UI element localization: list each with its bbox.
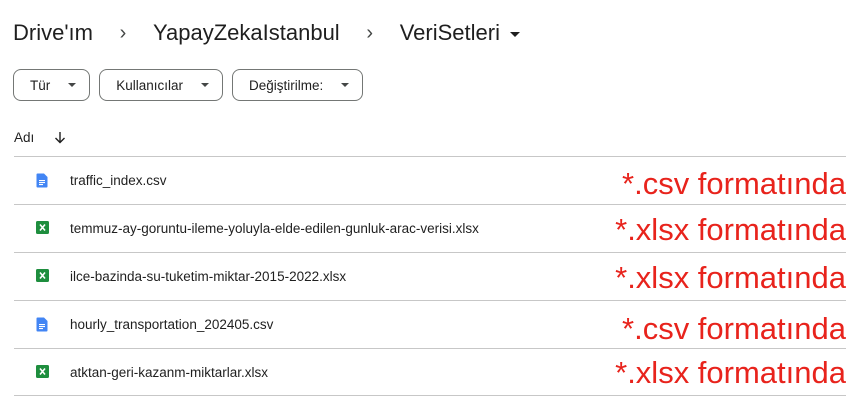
file-row[interactable]: hourly_transportation_202405.csv *.csv f… [14, 300, 846, 348]
file-name[interactable]: temmuz-ay-goruntu-ileme-yoluyla-elde-edi… [70, 221, 479, 236]
filter-type-chip[interactable]: Tür [13, 69, 91, 101]
caret-down-icon [341, 83, 350, 87]
breadcrumb-item-my-drive[interactable]: Drive'ım [13, 20, 93, 46]
filter-modified-chip[interactable]: Değiştirilme: [232, 69, 364, 101]
sheets-file-icon [36, 365, 49, 380]
docs-file-icon [36, 317, 48, 332]
caret-down-icon [68, 83, 77, 87]
name-column-header[interactable]: Adı [14, 130, 34, 145]
filter-type-label: Tür [30, 77, 51, 93]
breadcrumb-item-yapayzekaistanbul[interactable]: YapayZekaIstanbul [153, 20, 340, 46]
sheets-file-icon [36, 269, 49, 284]
arrow-down-icon[interactable] [54, 131, 66, 144]
format-annotation: *.csv formatında [622, 166, 846, 201]
current-folder-label: VeriSetleri [399, 20, 500, 45]
sheets-file-icon [36, 221, 49, 236]
breadcrumb-separator: › [366, 21, 374, 44]
caret-down-icon [509, 31, 520, 37]
file-list: traffic_index.csv *.csv formatında temmu… [14, 156, 846, 396]
format-annotation: *.csv formatında [622, 311, 846, 346]
file-name[interactable]: hourly_transportation_202405.csv [70, 317, 273, 332]
file-row[interactable]: temmuz-ay-goruntu-ileme-yoluyla-elde-edi… [14, 204, 846, 252]
breadcrumb-current-folder[interactable]: VeriSetleri [400, 20, 520, 46]
file-name[interactable]: traffic_index.csv [70, 173, 167, 188]
column-header: Adı [14, 126, 66, 148]
caret-down-icon [201, 83, 210, 87]
filter-bar: Tür Kullanıcılar Değiştirilme: [13, 69, 364, 101]
file-row[interactable]: traffic_index.csv *.csv formatında [14, 156, 846, 204]
docs-file-icon [36, 173, 48, 188]
file-name[interactable]: ilce-bazinda-su-tuketim-miktar-2015-2022… [70, 269, 346, 284]
filter-modified-label: Değiştirilme: [249, 77, 324, 93]
breadcrumb-separator: › [119, 21, 127, 44]
format-annotation: *.xlsx formatında [615, 212, 846, 247]
file-row[interactable]: ilce-bazinda-su-tuketim-miktar-2015-2022… [14, 252, 846, 300]
file-row[interactable]: atktan-geri-kazanm-miktarlar.xlsx *.xlsx… [14, 348, 846, 396]
breadcrumb: Drive'ım › YapayZekaIstanbul › VeriSetle… [13, 18, 520, 48]
format-annotation: *.xlsx formatında [615, 355, 846, 390]
file-name[interactable]: atktan-geri-kazanm-miktarlar.xlsx [70, 365, 268, 380]
filter-people-label: Kullanıcılar [116, 77, 184, 93]
format-annotation: *.xlsx formatında [615, 260, 846, 295]
filter-people-chip[interactable]: Kullanıcılar [99, 69, 224, 101]
